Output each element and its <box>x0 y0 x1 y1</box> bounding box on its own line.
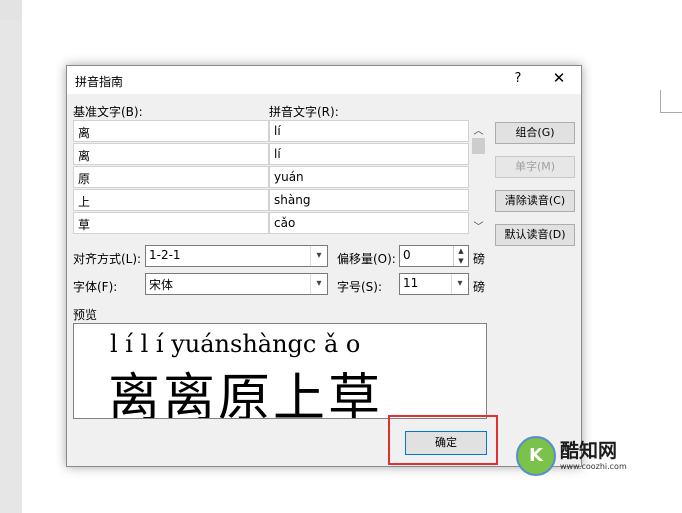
base-text-label: 基准文字(B): <box>73 105 143 119</box>
offset-label: 偏移量(O): <box>337 252 396 266</box>
base-text-field[interactable]: 上 <box>73 189 269 211</box>
offset-value: 0 <box>403 248 411 262</box>
ruby-text-field[interactable]: shàng <box>269 189 469 211</box>
page-corner-mark <box>660 90 682 113</box>
chevron-down-icon[interactable]: ▾ <box>310 246 327 266</box>
spin-down-icon[interactable]: ▼ <box>453 256 468 266</box>
size-label: 字号(S): <box>337 280 383 294</box>
ruby-text-field[interactable]: cǎo <box>269 212 469 234</box>
font-label: 字体(F): <box>73 280 118 294</box>
scroll-thumb[interactable] <box>472 138 485 154</box>
ruby-text-label: 拼音文字(R): <box>269 105 339 119</box>
base-text-field[interactable]: 离 <box>73 143 269 165</box>
dialog-titlebar: 拼音指南 ? ✕ <box>67 66 581 94</box>
dialog-title: 拼音指南 <box>75 75 124 89</box>
default-reading-button[interactable]: 默认读音(D) <box>495 224 575 246</box>
preview-label: 预览 <box>73 308 98 322</box>
offset-spinner[interactable]: 0 ▲ ▼ <box>399 245 469 267</box>
chevron-down-icon[interactable]: ▾ <box>451 274 468 294</box>
mono-button[interactable]: 单字(M) <box>495 156 575 178</box>
ruby-text-field[interactable]: lí <box>269 120 469 142</box>
watermark-name: 酷知网 <box>560 440 618 462</box>
preview-pinyin: l í l í yuánshàngc ǎ o <box>110 330 361 358</box>
base-text-field[interactable]: 离 <box>73 120 269 142</box>
chevron-down-icon[interactable]: ▾ <box>310 274 327 294</box>
base-text-field[interactable]: 原 <box>73 166 269 188</box>
size-select[interactable]: 11 ▾ <box>399 273 469 295</box>
size-value: 11 <box>403 276 419 290</box>
spin-up-icon[interactable]: ▲ <box>453 246 468 256</box>
preview-box: l í l í yuánshàngc ǎ o 离离原上草 <box>73 323 487 419</box>
alignment-select[interactable]: 1-2-1 ▾ <box>145 245 328 267</box>
help-button[interactable]: ? <box>511 71 525 86</box>
font-value: 宋体 <box>149 278 174 292</box>
scroll-down-icon[interactable]: ﹀ <box>470 218 487 233</box>
alignment-value: 1-2-1 <box>149 248 181 262</box>
coozhi-logo-icon: K <box>516 436 556 476</box>
phonetic-guide-dialog: 拼音指南 ? ✕ 基准文字(B): 拼音文字(R): 离 lí 离 lí 原 y… <box>66 65 582 467</box>
clear-reading-button[interactable]: 清除读音(C) <box>495 190 575 212</box>
watermark-logo: K 酷知网 www.coozhi.com <box>516 432 636 480</box>
scroll-up-icon[interactable]: ︿ <box>470 122 487 137</box>
font-select[interactable]: 宋体 ▾ <box>145 273 328 295</box>
rows-scrollbar[interactable]: ︿ ﹀ <box>470 120 487 234</box>
preview-text: 离离原上草 <box>108 369 384 419</box>
base-text-field[interactable]: 草 <box>73 212 269 234</box>
watermark-url: www.coozhi.com <box>560 462 627 471</box>
ruby-text-field[interactable]: yuán <box>269 166 469 188</box>
alignment-label: 对齐方式(L): <box>73 252 142 266</box>
group-button[interactable]: 组合(G) <box>495 122 575 144</box>
offset-unit: 磅 <box>473 252 486 266</box>
ok-button[interactable]: 确定 <box>405 431 487 455</box>
size-unit: 磅 <box>473 280 486 294</box>
close-button[interactable]: ✕ <box>549 69 569 87</box>
ruby-text-field[interactable]: lí <box>269 143 469 165</box>
